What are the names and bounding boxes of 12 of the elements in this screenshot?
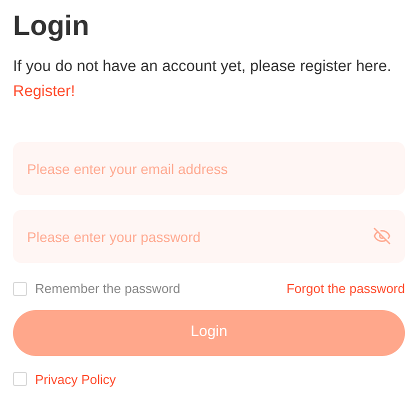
register-link[interactable]: Register! [13,81,76,103]
email-field[interactable]: Please enter your email address [13,142,405,195]
checkbox[interactable] [13,372,27,386]
forgot-password-link[interactable]: Forgot the password [286,279,405,298]
remember-label: Remember the password [35,280,180,298]
password-field[interactable]: Please enter your password [13,210,405,263]
eye-off-icon[interactable] [373,227,391,245]
login-button[interactable]: Login [13,310,405,356]
checkbox[interactable] [13,282,27,296]
privacy-policy-link[interactable]: Privacy Policy [35,370,116,389]
page-title: Login [13,9,90,43]
intro-text: If you do not have an account yet, please register here. [13,57,392,77]
